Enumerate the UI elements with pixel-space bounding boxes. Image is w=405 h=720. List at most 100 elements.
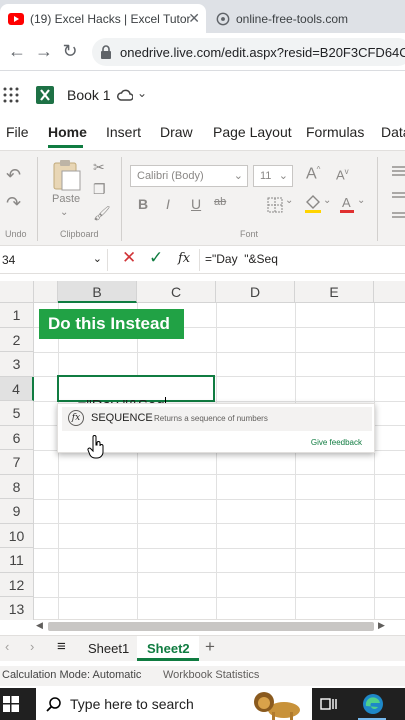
tab-page-layout[interactable]: Page Layout — [213, 124, 292, 140]
add-sheet-button[interactable]: + — [205, 637, 215, 657]
insert-function-icon[interactable]: fx — [178, 251, 190, 266]
calculation-mode[interactable]: Calculation Mode: Automatic — [2, 669, 141, 681]
font-color-icon[interactable]: A — [339, 194, 355, 214]
row-header-13[interactable]: 13 — [0, 597, 34, 621]
row-header-12[interactable]: 12 — [0, 572, 34, 597]
tab-file[interactable]: File — [6, 124, 29, 140]
confirm-entry-icon[interactable]: ✓ — [149, 248, 163, 268]
column-header-f[interactable] — [374, 281, 405, 303]
select-all-corner[interactable] — [0, 281, 34, 303]
column-header-e[interactable]: E — [295, 281, 374, 303]
svg-text:A: A — [342, 195, 351, 210]
scrollbar-thumb[interactable] — [48, 622, 374, 631]
chevron-down-icon: ⌄ — [278, 170, 288, 182]
task-view-icon[interactable] — [320, 696, 338, 712]
formula-input[interactable]: ="Day "&Seq — [205, 252, 278, 266]
row-header-5[interactable]: 5 — [0, 401, 34, 426]
grid-line — [34, 572, 405, 573]
grid-line — [34, 547, 405, 549]
cut-icon[interactable]: ✂ — [93, 159, 105, 176]
paste-dropdown-icon[interactable]: ⌄ — [60, 207, 68, 218]
tab-formulas[interactable]: Formulas — [306, 124, 364, 140]
underline-button[interactable]: U — [191, 196, 201, 212]
chevron-down-icon[interactable]: ⌄ — [357, 195, 365, 206]
group-divider — [37, 157, 38, 241]
chevron-down-icon[interactable]: ⌄ — [285, 195, 293, 206]
address-bar[interactable]: onedrive.live.com/edit.aspx?resid=B20F3C… — [92, 38, 405, 66]
tip-banner: Do this Instead — [39, 309, 184, 339]
name-box[interactable]: 34 ⌄ — [0, 249, 108, 271]
strikethrough-button[interactable]: ab — [214, 196, 226, 208]
tab-data[interactable]: Data — [381, 124, 405, 140]
row-header-9[interactable]: 9 — [0, 499, 34, 524]
italic-button[interactable]: I — [166, 196, 170, 212]
column-header-c[interactable]: C — [137, 281, 216, 303]
chevron-down-icon[interactable]: ⌄ — [323, 195, 331, 206]
borders-icon[interactable] — [267, 197, 283, 213]
row-header-4[interactable]: 4 — [0, 376, 34, 401]
sheet-tab-label: Sheet2 — [147, 641, 190, 656]
windows-start-icon[interactable] — [3, 696, 19, 712]
fill-color-icon[interactable] — [304, 194, 322, 214]
active-cell-b4[interactable]: ="Day "&Seq — [57, 375, 215, 414]
browser-tab-online-free-tools[interactable]: online-free-tools.com — [208, 4, 405, 33]
hand-pointer-icon — [87, 435, 104, 459]
give-feedback-link[interactable]: Give feedback — [311, 438, 362, 447]
row-header-6[interactable]: 6 — [0, 425, 34, 450]
align-icon[interactable] — [390, 163, 405, 223]
back-arrow-icon[interactable]: ← — [6, 41, 28, 62]
font-size-value: 11 — [260, 170, 272, 182]
next-sheet-icon[interactable]: › — [30, 639, 34, 654]
row-header-10[interactable]: 10 — [0, 523, 34, 548]
sheet-tab-sheet1[interactable]: Sheet1 — [88, 641, 129, 656]
paste-label[interactable]: Paste — [52, 193, 80, 205]
column-header-b[interactable]: B — [58, 281, 137, 303]
row-header-1[interactable]: 1 — [0, 303, 34, 328]
scroll-left-icon[interactable]: ◀ — [36, 620, 43, 631]
row-header-3[interactable]: 3 — [0, 352, 34, 377]
browser-tab-excel-hacks[interactable]: (19) Excel Hacks | Excel Tutor ✕ — [0, 4, 206, 33]
paste-icon[interactable] — [52, 159, 82, 191]
scroll-right-icon[interactable]: ▶ — [378, 620, 385, 631]
active-tab-indicator — [48, 145, 83, 148]
close-tab-icon[interactable]: ✕ — [188, 10, 200, 27]
tab-home[interactable]: Home — [48, 124, 87, 140]
app-launcher-icon[interactable] — [3, 87, 19, 103]
all-sheets-menu-icon[interactable]: ≡ — [57, 638, 66, 655]
bold-button[interactable]: B — [138, 196, 148, 212]
tab-insert[interactable]: Insert — [106, 124, 141, 140]
row-header-11[interactable]: 11 — [0, 548, 34, 573]
taskbar-search-box[interactable]: Type here to search — [36, 688, 312, 720]
browser-toolbar: ← → ↻ onedrive.live.com/edit.aspx?resid=… — [0, 33, 405, 71]
reload-icon[interactable]: ↻ — [59, 41, 81, 62]
row-header-2[interactable]: 2 — [0, 327, 34, 352]
grid-line — [34, 523, 405, 524]
column-header-a[interactable] — [34, 281, 58, 303]
format-painter-icon[interactable]: 🖌 — [93, 205, 111, 222]
cancel-entry-icon[interactable]: ✕ — [122, 248, 136, 268]
formula-divider — [199, 249, 200, 271]
font-name-dropdown[interactable]: Calibri (Body) ⌄ — [130, 165, 248, 187]
autocomplete-item-sequence[interactable]: fx SEQUENCE Returns a sequence of number… — [62, 407, 372, 431]
horizontal-scrollbar[interactable]: ◀ ▶ — [0, 620, 405, 634]
prev-sheet-icon[interactable]: ‹ — [5, 639, 9, 654]
column-header-d[interactable]: D — [216, 281, 295, 303]
sheet-tab-sheet2[interactable]: Sheet2 — [137, 636, 199, 661]
workbook-statistics[interactable]: Workbook Statistics — [163, 669, 259, 681]
workbook-title[interactable]: Book 1 — [67, 87, 111, 103]
font-size-dropdown[interactable]: 11 ⌄ — [253, 165, 293, 187]
function-name: SEQUENCE — [91, 412, 153, 424]
tab-draw[interactable]: Draw — [160, 124, 193, 140]
formula-bar: 34 ⌄ ✕ ✓ fx ="Day "&Seq — [0, 246, 405, 274]
edge-browser-icon[interactable] — [362, 693, 384, 715]
redo-icon[interactable]: ↷ — [6, 193, 21, 214]
chevron-down-icon[interactable]: ⌄ — [137, 86, 147, 100]
undo-icon[interactable]: ↶ — [6, 165, 21, 186]
copy-icon[interactable]: ❐ — [93, 181, 106, 198]
browser-tab-title: online-free-tools.com — [236, 11, 349, 26]
decrease-font-size-icon[interactable]: Av — [336, 167, 349, 182]
increase-font-size-icon[interactable]: A^ — [306, 165, 320, 183]
forward-arrow-icon[interactable]: → — [33, 41, 55, 62]
row-header-7[interactable]: 7 — [0, 450, 34, 475]
row-header-8[interactable]: 8 — [0, 474, 34, 499]
